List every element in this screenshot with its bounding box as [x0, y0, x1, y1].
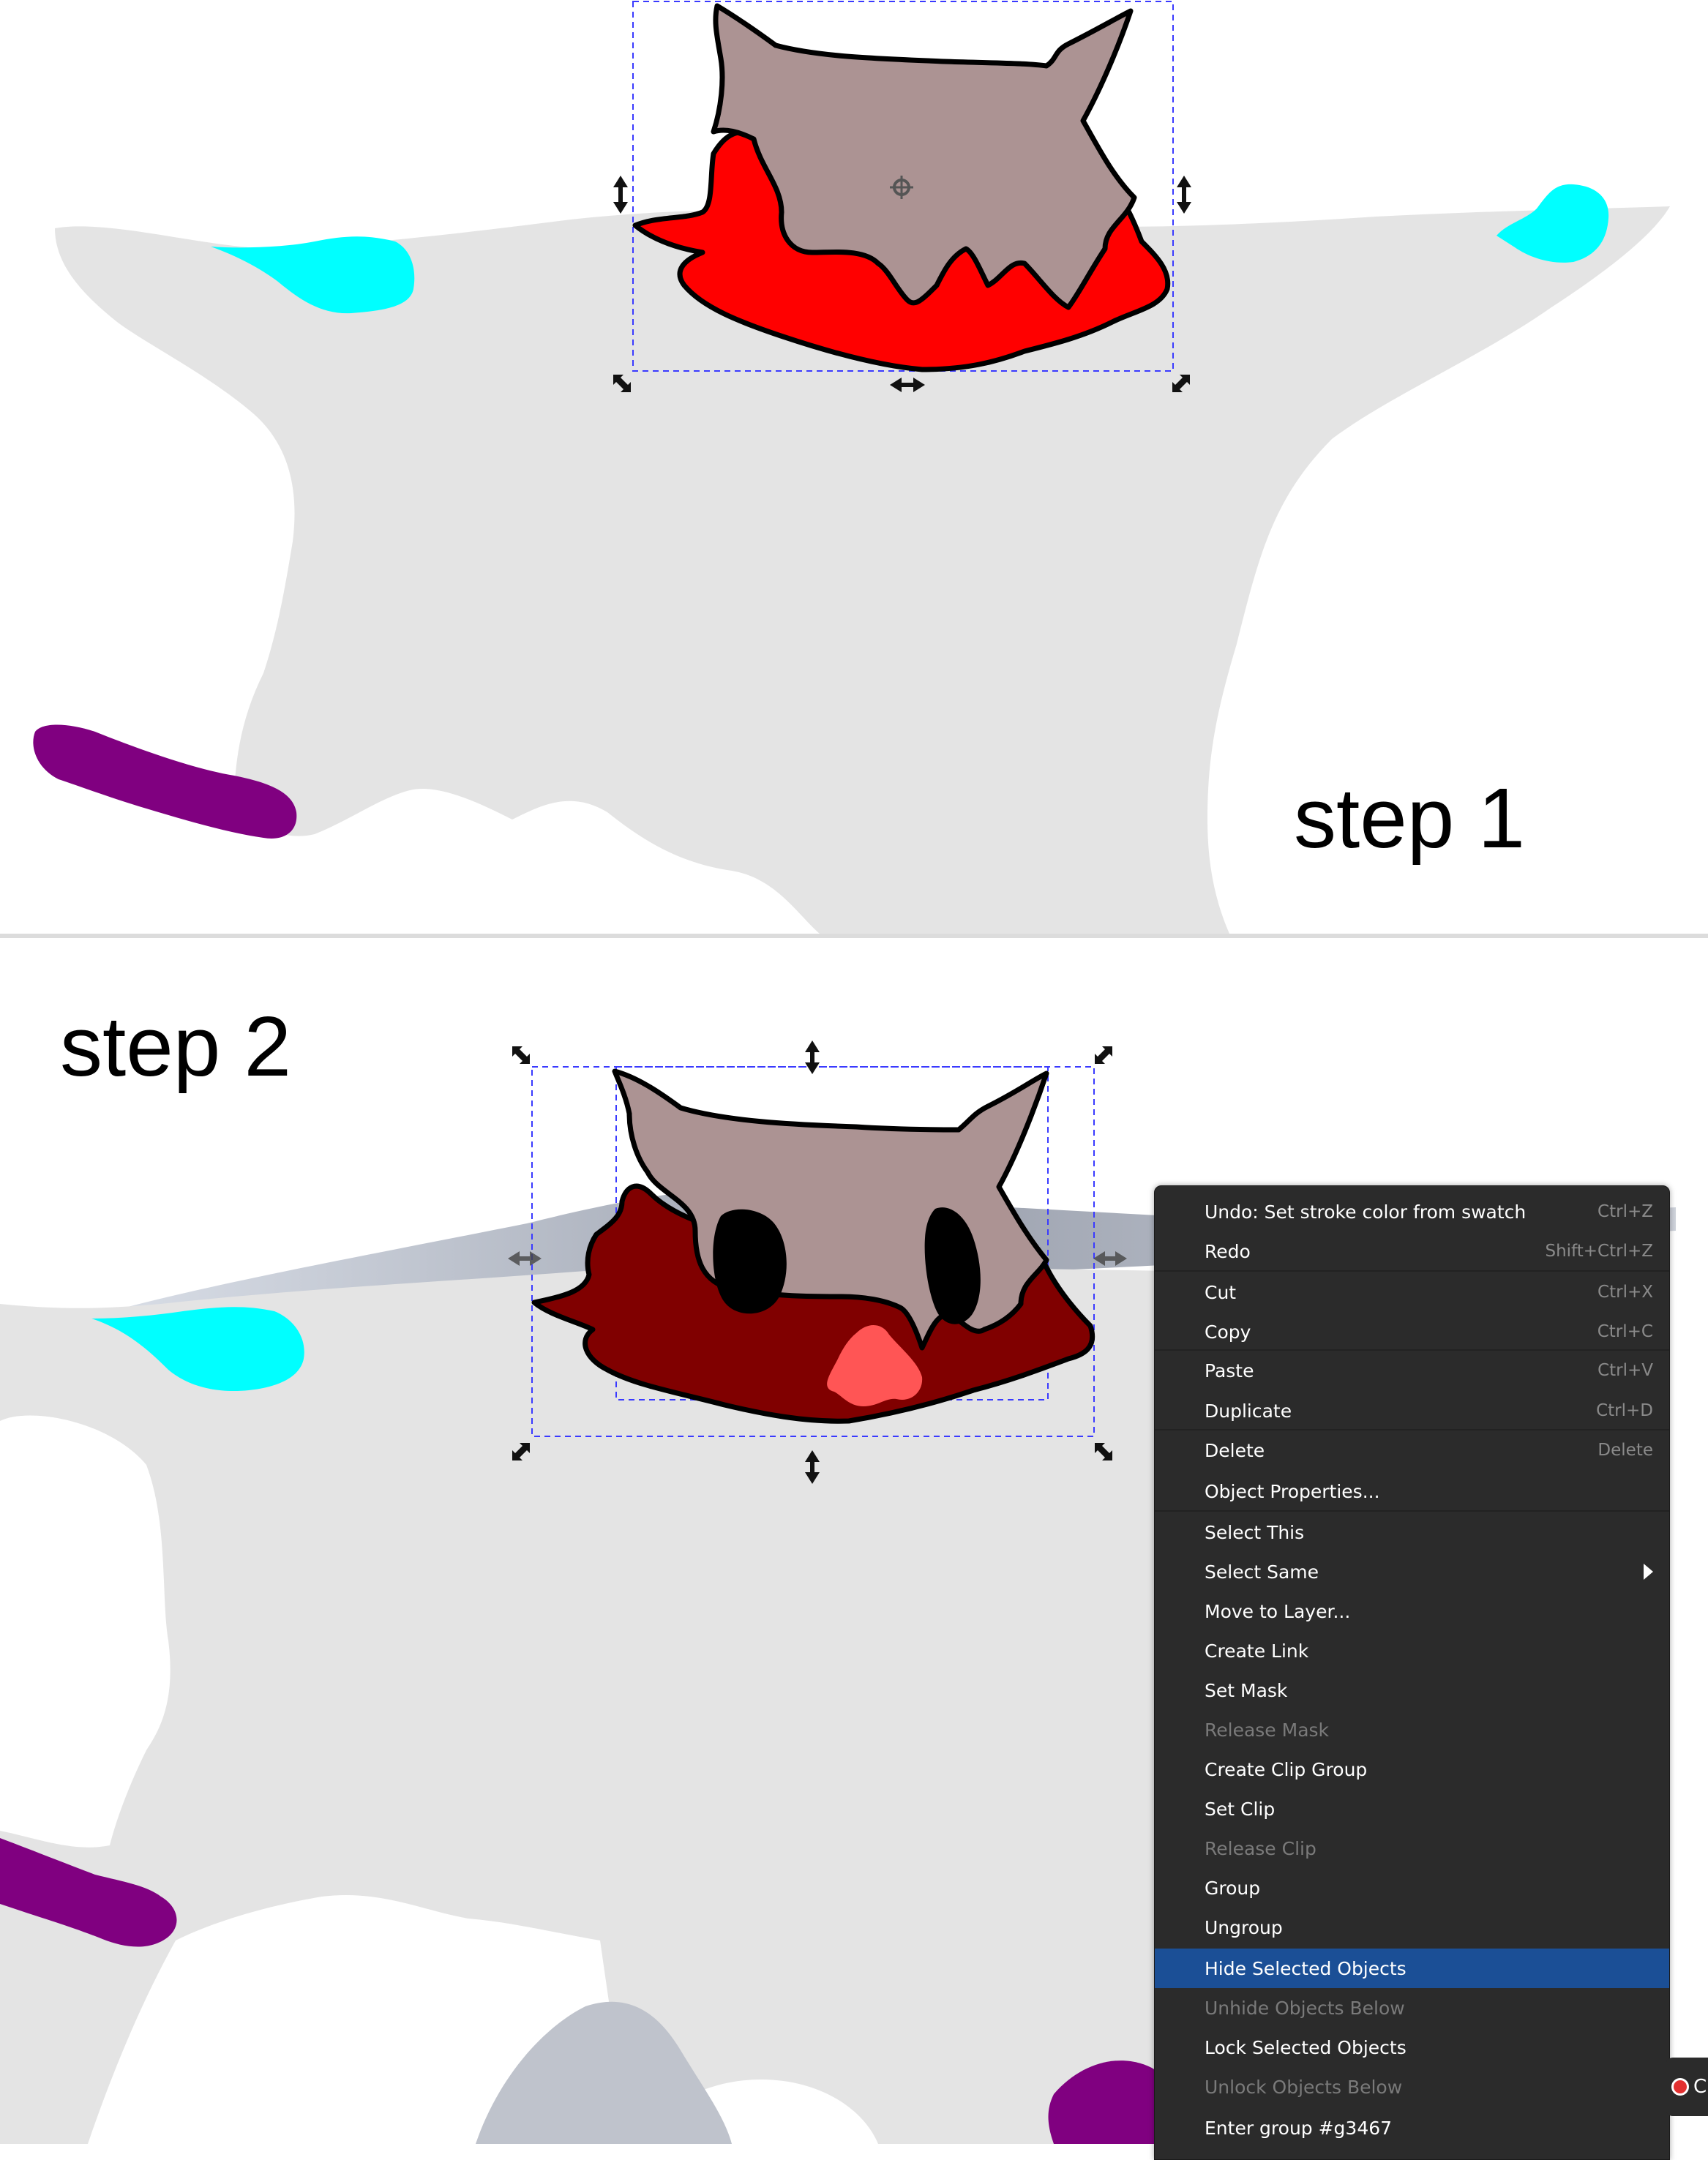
menu-item-label: Hide Selected Objects [1205, 1957, 1407, 1979]
handle-top-middle [805, 1040, 820, 1074]
menu-item-shortcut: Delete [1597, 1441, 1653, 1460]
menu-item-paste[interactable]: Paste Ctrl+V [1155, 1351, 1669, 1390]
menu-item-group[interactable]: Group [1155, 1868, 1669, 1908]
menu-item-label: Set Mask [1205, 1679, 1288, 1701]
menu-item-lock-selected-objects[interactable]: Lock Selected Objects [1155, 2028, 1669, 2067]
menu-item-label: Duplicate [1205, 1400, 1292, 1422]
menu-item-duplicate[interactable]: Duplicate Ctrl+D [1155, 1391, 1669, 1430]
menu-item-label: Delete [1205, 1439, 1265, 1461]
menu-item-create-clip-group[interactable]: Create Clip Group [1155, 1750, 1669, 1789]
context-menu[interactable]: Undo: Set stroke color from swatch Ctrl+Z… [1154, 1185, 1670, 2160]
menu-item-label: Create Clip Group [1205, 1758, 1368, 1780]
menu-item-label: Object Properties... [1205, 1480, 1380, 1502]
handle-left-middle [613, 176, 628, 214]
menu-item-set-clip[interactable]: Set Clip [1155, 1789, 1669, 1829]
menu-item-select-this[interactable]: Select This [1155, 1512, 1669, 1552]
menu-item-label: Group [1205, 1877, 1261, 1899]
menu-item-shortcut: Shift+Ctrl+Z [1545, 1242, 1653, 1261]
menu-item-label: Enter group #g3467 [1205, 2117, 1393, 2139]
menu-item-delete[interactable]: Delete Delete [1155, 1430, 1669, 1470]
menu-item-object-properties[interactable]: Object Properties... [1155, 1471, 1669, 1511]
menu-item-shortcut: Ctrl+Z [1597, 1202, 1653, 1221]
menu-item-undo-set-stroke-color-from-swatch[interactable]: Undo: Set stroke color from swatch Ctrl+Z [1155, 1192, 1669, 1231]
handle-right-middle [1177, 176, 1191, 214]
menu-item-label: Set Clip [1205, 1798, 1276, 1820]
menu-item-shortcut: Ctrl+X [1597, 1283, 1653, 1302]
menu-item-redo[interactable]: Redo Shift+Ctrl+Z [1155, 1231, 1669, 1271]
menu-item-shortcut: Ctrl+V [1597, 1361, 1653, 1380]
floating-toolbar-chip[interactable]: C [1666, 2058, 1708, 2116]
step1-label: step 1 [1294, 770, 1525, 866]
menu-item-label: Copy [1205, 1321, 1251, 1343]
menu-item-move-to-layer[interactable]: Move to Layer... [1155, 1591, 1669, 1631]
menu-item-ungroup[interactable]: Ungroup [1155, 1908, 1669, 1947]
menu-item-label: Select Same [1205, 1561, 1319, 1583]
menu-item-label: Select This [1205, 1521, 1305, 1543]
menu-item-label: Unhide Objects Below [1205, 1997, 1405, 2019]
handle-top-left [512, 1046, 530, 1064]
menu-item-set-mask[interactable]: Set Mask [1155, 1670, 1669, 1710]
menu-item-unhide-objects-below[interactable]: Unhide Objects Below [1155, 1988, 1669, 2028]
menu-item-enter-group-g3467[interactable]: Enter group #g3467 [1155, 2108, 1669, 2148]
menu-item-label: Lock Selected Objects [1205, 2036, 1407, 2058]
menu-item-label: Redo [1205, 1240, 1251, 1262]
record-icon [1671, 2078, 1689, 2096]
menu-item-label: Release Mask [1205, 1719, 1330, 1741]
chip-text: C [1693, 2076, 1707, 2098]
menu-item-label: Create Link [1205, 1640, 1309, 1662]
step1-canvas-panel[interactable]: step 1 [0, 0, 1708, 934]
menu-item-copy[interactable]: Copy Ctrl+C [1155, 1312, 1669, 1351]
step2-label: step 2 [60, 999, 291, 1094]
menu-item-cut[interactable]: Cut Ctrl+X [1155, 1272, 1669, 1312]
menu-item-unlock-objects-below[interactable]: Unlock Objects Below [1155, 2067, 1669, 2107]
menu-item-label: Release Clip [1205, 1837, 1316, 1859]
menu-item-hide-selected-objects[interactable]: Hide Selected Objects [1155, 1949, 1669, 1988]
menu-item-label: Paste [1205, 1360, 1254, 1381]
menu-item-label: Ungroup [1205, 1916, 1283, 1938]
menu-item-release-clip[interactable]: Release Clip [1155, 1829, 1669, 1868]
submenu-arrow-icon [1644, 1564, 1653, 1580]
menu-item-release-mask[interactable]: Release Mask [1155, 1710, 1669, 1750]
handle-top-right [1095, 1046, 1112, 1064]
menu-item-shortcut: Ctrl+C [1597, 1322, 1653, 1341]
menu-item-create-link[interactable]: Create Link [1155, 1631, 1669, 1670]
menu-item-select-same[interactable]: Select Same [1155, 1552, 1669, 1591]
menu-item-shortcut: Ctrl+D [1596, 1401, 1653, 1420]
menu-item-label: Undo: Set stroke color from swatch [1205, 1201, 1527, 1223]
menu-item-label: Cut [1205, 1281, 1237, 1303]
menu-item-label: Unlock Objects Below [1205, 2076, 1403, 2098]
menu-item-label: Move to Layer... [1205, 1600, 1351, 1622]
